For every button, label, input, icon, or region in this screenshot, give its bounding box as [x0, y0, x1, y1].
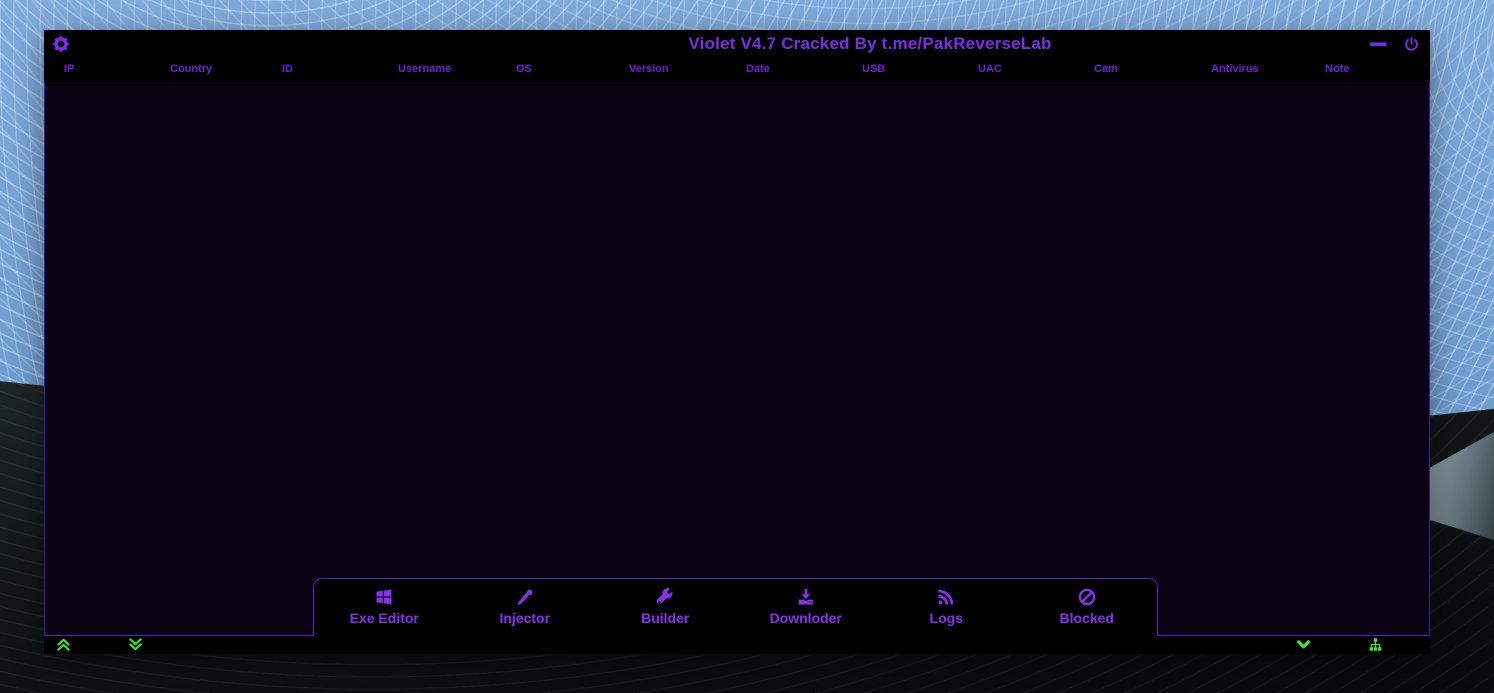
- column-header-row: IP Country ID Username OS Version Date U…: [44, 58, 1430, 82]
- tab-label: Exe Editor: [350, 610, 419, 626]
- sitemap-icon[interactable]: [1367, 637, 1384, 652]
- tab-label: Injector: [499, 610, 550, 626]
- window-title: Violet V4.7 Cracked By t.me/PakReverseLa…: [688, 34, 1051, 54]
- column-header-ip[interactable]: IP: [64, 63, 74, 75]
- column-header-country[interactable]: Country: [170, 63, 212, 75]
- wrench-icon: [655, 587, 675, 607]
- column-header-version[interactable]: Version: [629, 63, 669, 75]
- power-button[interactable]: [1403, 36, 1420, 53]
- windows-icon: [374, 587, 394, 607]
- tab-injector[interactable]: Injector: [455, 579, 596, 636]
- client-table[interactable]: [44, 82, 1430, 636]
- status-left-group: [55, 637, 144, 652]
- blocked-icon: [1077, 587, 1097, 607]
- double-chevron-up-icon[interactable]: [55, 637, 72, 652]
- column-header-antivirus[interactable]: Antivirus: [1211, 63, 1259, 75]
- tab-label: Builder: [641, 610, 689, 626]
- titlebar: Violet V4.7 Cracked By t.me/PakReverseLa…: [44, 30, 1430, 58]
- eyedropper-icon: [515, 587, 535, 607]
- double-chevron-down-icon[interactable]: [127, 637, 144, 652]
- tab-exe-editor[interactable]: Exe Editor: [314, 579, 455, 636]
- tab-label: Logs: [930, 610, 963, 626]
- column-header-username[interactable]: Username: [398, 63, 451, 75]
- column-header-cam[interactable]: Cam: [1094, 63, 1118, 75]
- chevron-down-icon[interactable]: [1295, 637, 1312, 652]
- column-header-date[interactable]: Date: [746, 63, 770, 75]
- rss-icon: [936, 587, 956, 607]
- column-header-note[interactable]: Note: [1325, 63, 1349, 75]
- tab-blocked[interactable]: Blocked: [1017, 579, 1158, 636]
- minimize-button[interactable]: [1370, 42, 1387, 47]
- download-icon: [796, 587, 816, 607]
- column-header-uac[interactable]: UAC: [978, 63, 1002, 75]
- bottom-tab-panel: Exe Editor Injector Bu: [313, 578, 1158, 636]
- status-bar: [44, 636, 1430, 654]
- tab-label: Blocked: [1060, 610, 1114, 626]
- column-header-usb[interactable]: USB: [862, 63, 885, 75]
- desktop-background: Violet V4.7 Cracked By t.me/PakReverseLa…: [0, 0, 1494, 693]
- status-right-group: [1295, 637, 1384, 652]
- column-header-id[interactable]: ID: [282, 63, 293, 75]
- settings-button[interactable]: [52, 35, 70, 53]
- tab-label: Downloder: [770, 610, 842, 626]
- gear-icon: [52, 35, 70, 53]
- tab-builder[interactable]: Builder: [595, 579, 736, 636]
- app-window: Violet V4.7 Cracked By t.me/PakReverseLa…: [44, 30, 1430, 654]
- tab-downloder[interactable]: Downloder: [736, 579, 877, 636]
- column-header-os[interactable]: OS: [516, 63, 532, 75]
- tab-logs[interactable]: Logs: [876, 579, 1017, 636]
- caption-buttons: [1370, 30, 1420, 58]
